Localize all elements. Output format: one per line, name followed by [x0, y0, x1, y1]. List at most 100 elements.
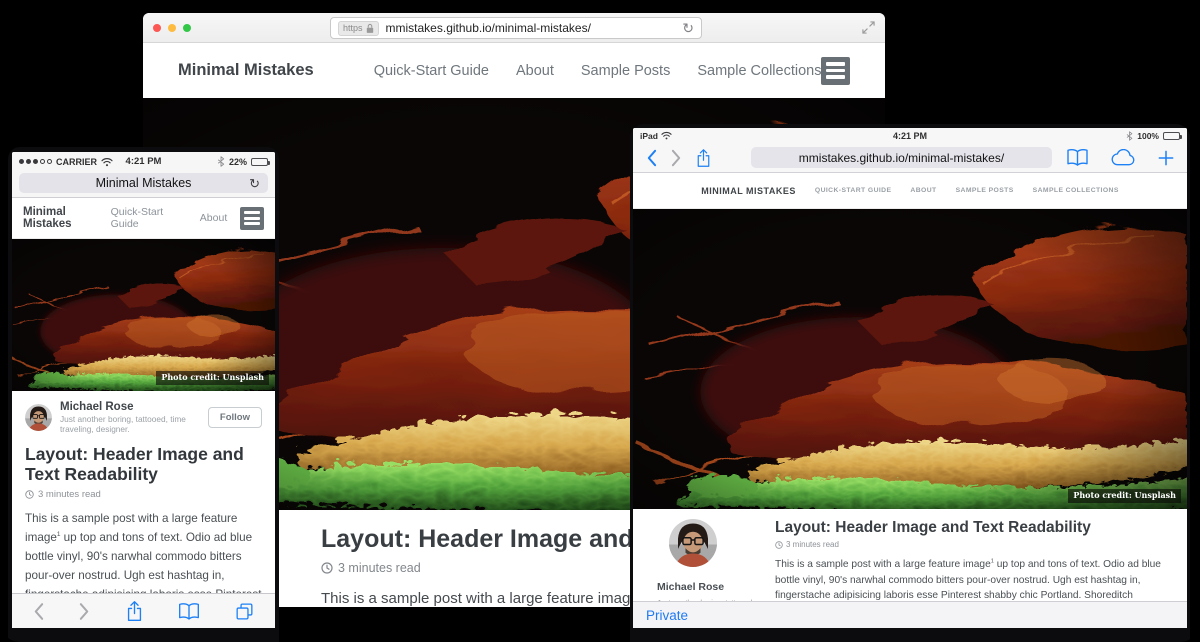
- bluetooth-icon: [1126, 131, 1133, 141]
- nav-link-about[interactable]: About: [200, 212, 227, 224]
- nav-link-about[interactable]: ABOUT: [910, 187, 936, 194]
- read-time-meta: 3 minutes read: [775, 540, 1163, 549]
- iphone-article: Michael Rose Just another boring, tattoo…: [12, 391, 275, 593]
- lock-icon: [366, 23, 374, 34]
- leaves-photo: [633, 209, 1187, 509]
- nav-link-about[interactable]: About: [516, 63, 554, 79]
- author-photo: [669, 554, 717, 567]
- article-paragraph: This is a sample post with a large featu…: [775, 557, 1163, 601]
- author-bio: Just another boring, tattooed, time trav…: [60, 414, 208, 434]
- fullscreen-icon[interactable]: [862, 21, 875, 34]
- status-right-cluster: 22%: [217, 156, 268, 167]
- bluetooth-icon: [217, 156, 225, 167]
- iphone-site-nav: Minimal Mistakes Quick-Start Guide About: [12, 198, 275, 239]
- url-text: mmistakes.github.io/minimal-mistakes/: [386, 21, 676, 35]
- avatar: [25, 404, 52, 431]
- toolbar-right-cluster: [1066, 148, 1174, 167]
- site-nav-links: Quick-Start Guide About Sample Posts Sam…: [374, 63, 822, 79]
- nav-link-quick-start[interactable]: QUICK-START GUIDE: [815, 187, 892, 194]
- author-row: Michael Rose Just another boring, tattoo…: [25, 401, 262, 434]
- read-time-meta: 3 minutes read: [25, 489, 262, 500]
- site-nav-links: Quick-Start Guide About: [111, 206, 228, 230]
- read-time-text: 3 minutes read: [786, 540, 839, 549]
- battery-icon: [1163, 132, 1180, 140]
- author-info: Michael Rose Just another boring, tattoo…: [60, 401, 208, 434]
- ipad-site-nav: MINIMAL MISTAKES QUICK-START GUIDE ABOUT…: [633, 173, 1187, 209]
- composition-canvas: https mmistakes.github.io/minimal-mistak…: [0, 0, 1200, 642]
- tabs-button[interactable]: [235, 602, 254, 621]
- ipad-device: iPad 4:21 PM 100% mmistakes.github.io/mi…: [630, 124, 1190, 642]
- forward-button[interactable]: [671, 149, 682, 167]
- desktop-address-bar[interactable]: https mmistakes.github.io/minimal-mistak…: [330, 17, 702, 39]
- menu-hamburger-button[interactable]: [240, 207, 264, 230]
- forward-button[interactable]: [79, 602, 90, 621]
- nav-link-sample-collections[interactable]: SAMPLE COLLECTIONS: [1033, 187, 1119, 194]
- nav-link-quick-start[interactable]: Quick-Start Guide: [111, 206, 185, 230]
- nav-link-quick-start[interactable]: Quick-Start Guide: [374, 63, 489, 79]
- https-badge: https: [338, 21, 379, 36]
- back-button[interactable]: [33, 602, 44, 621]
- zoom-window-button[interactable]: [183, 24, 191, 32]
- private-button[interactable]: Private: [646, 608, 688, 623]
- nav-link-sample-posts[interactable]: SAMPLE POSTS: [956, 187, 1014, 194]
- close-window-button[interactable]: [153, 24, 161, 32]
- reload-icon[interactable]: ↻: [249, 177, 260, 190]
- author-name: Michael Rose: [60, 401, 208, 413]
- new-tab-button[interactable]: [1158, 150, 1174, 166]
- nav-link-sample-collections[interactable]: Sample Collections: [697, 63, 821, 79]
- ipad-address-field[interactable]: mmistakes.github.io/minimal-mistakes/: [751, 147, 1052, 168]
- site-brand[interactable]: Minimal Mistakes: [178, 61, 314, 80]
- author-photo: [25, 404, 52, 431]
- safari-toolbar: mmistakes.github.io/minimal-mistakes/: [633, 143, 1187, 173]
- bookmarks-button[interactable]: [1066, 148, 1089, 167]
- follow-button[interactable]: Follow: [208, 407, 262, 428]
- minimize-window-button[interactable]: [168, 24, 176, 32]
- private-browsing-bar: Private: [633, 601, 1187, 628]
- share-button[interactable]: [696, 148, 711, 168]
- desktop-site-nav: Minimal Mistakes Quick-Start Guide About…: [143, 43, 885, 98]
- paragraph-text: This is a sample post with a large featu…: [321, 590, 639, 607]
- https-label: https: [343, 23, 363, 33]
- ipad-article: Michael Rose Just another boring, tattoo…: [633, 509, 1187, 601]
- clock-icon: [25, 490, 34, 499]
- clock-icon: [775, 541, 783, 549]
- battery-percent: 22%: [229, 157, 247, 167]
- photo-credit-badge: Photo credit: Unsplash: [156, 371, 269, 385]
- iphone-address-field[interactable]: Minimal Mistakes ↻: [19, 173, 268, 193]
- ipad-status-bar: iPad 4:21 PM 100%: [633, 128, 1187, 143]
- feature-image: Photo credit: Unsplash: [633, 209, 1187, 509]
- desktop-browser-titlebar: https mmistakes.github.io/minimal-mistak…: [143, 13, 885, 43]
- address-title: Minimal Mistakes: [96, 176, 192, 190]
- article-column: Layout: Header Image and Text Readabilit…: [761, 519, 1163, 601]
- page-title: Layout: Header Image and Text Readabilit…: [775, 519, 1163, 537]
- clock-icon: [321, 562, 333, 574]
- page-title: Layout: Header Image and Text Readabilit…: [25, 445, 262, 485]
- feature-image: Photo credit: Unsplash: [12, 239, 275, 391]
- status-right-cluster: 100%: [1126, 131, 1180, 141]
- paragraph-text: This is a sample post with a large featu…: [775, 559, 991, 570]
- battery-percent: 100%: [1137, 131, 1159, 141]
- menu-hamburger-button[interactable]: [821, 57, 850, 85]
- nav-link-sample-posts[interactable]: Sample Posts: [581, 63, 670, 79]
- bookmarks-button[interactable]: [178, 602, 200, 621]
- author-name: Michael Rose: [657, 581, 761, 593]
- article-paragraph: This is a sample post with a large featu…: [25, 509, 262, 593]
- author-sidebar: Michael Rose Just another boring, tattoo…: [657, 519, 761, 601]
- read-time-text: 3 minutes read: [338, 561, 421, 575]
- read-time-text: 3 minutes read: [38, 489, 101, 500]
- safari-bottom-toolbar: [12, 593, 275, 628]
- site-brand[interactable]: MINIMAL MISTAKES: [701, 186, 796, 196]
- icloud-tabs-button[interactable]: [1111, 149, 1136, 166]
- leaves-photo: [12, 239, 275, 391]
- iphone-device: CARRIER 4:21 PM 22% Minimal Mistakes ↻ M…: [8, 147, 279, 642]
- status-time: 4:21 PM: [633, 131, 1187, 141]
- reload-icon[interactable]: ↻: [682, 21, 694, 35]
- site-brand[interactable]: Minimal Mistakes: [23, 206, 111, 230]
- battery-icon: [251, 158, 268, 166]
- back-button[interactable]: [646, 149, 657, 167]
- share-button[interactable]: [126, 600, 143, 622]
- avatar: [669, 554, 717, 571]
- ipad-screen: iPad 4:21 PM 100% mmistakes.github.io/mi…: [633, 128, 1187, 628]
- photo-credit-badge: Photo credit: Unsplash: [1068, 489, 1181, 503]
- paragraph-text: up top and tons of text. Odio ad blue bo…: [25, 531, 261, 593]
